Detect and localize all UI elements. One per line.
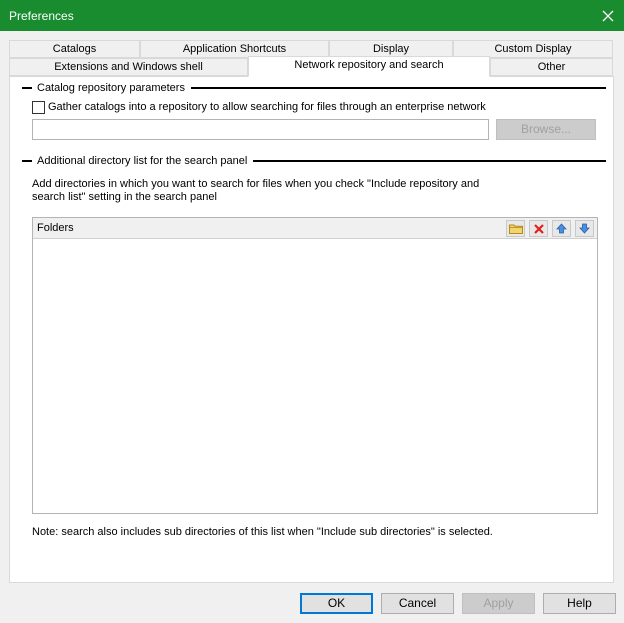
close-icon xyxy=(602,10,614,21)
add-folder-icon xyxy=(508,224,523,234)
move-up-icon xyxy=(556,223,567,234)
folders-list[interactable]: Folders xyxy=(32,217,598,514)
catalog-repo-heading: Catalog repository parameters xyxy=(37,82,185,94)
cancel-button[interactable]: Cancel xyxy=(381,593,454,614)
move-up-button[interactable] xyxy=(552,220,571,237)
delete-folder-button[interactable] xyxy=(529,220,548,237)
move-down-button[interactable] xyxy=(575,220,594,237)
ok-button[interactable]: OK xyxy=(300,593,373,614)
window-title: Preferences xyxy=(9,9,74,23)
help-button[interactable]: Help xyxy=(543,593,616,614)
move-down-icon xyxy=(579,223,590,234)
directories-heading: Additional directory list for the search… xyxy=(37,155,248,167)
tab-other[interactable]: Other xyxy=(490,58,613,76)
sub-directories-note: Note: search also includes sub directori… xyxy=(32,526,493,538)
tab-extensions-windows-shell[interactable]: Extensions and Windows shell xyxy=(9,58,248,76)
add-folder-button[interactable] xyxy=(506,220,525,237)
folders-column-header: Folders xyxy=(37,222,74,234)
directories-group-header: Additional directory list for the search… xyxy=(22,154,606,168)
apply-button[interactable]: Apply xyxy=(462,593,535,614)
repository-path-input[interactable] xyxy=(32,119,489,140)
browse-button[interactable]: Browse... xyxy=(496,119,596,140)
tab-panel: Catalog repository parameters Gather cat… xyxy=(9,76,614,583)
close-button[interactable] xyxy=(592,0,624,31)
gather-catalogs-checkbox[interactable] xyxy=(32,101,45,114)
delete-icon xyxy=(533,223,544,234)
title-bar: Preferences xyxy=(0,0,624,31)
directories-description-line2: search list" setting in the search panel xyxy=(32,191,217,203)
folders-list-header: Folders xyxy=(33,218,597,239)
directories-description-line1: Add directories in which you want to sea… xyxy=(32,178,480,190)
gather-catalogs-label: Gather catalogs into a repository to all… xyxy=(48,101,486,113)
tab-catalogs[interactable]: Catalogs xyxy=(9,40,140,58)
tab-network-repository-search[interactable]: Network repository and search xyxy=(248,56,490,77)
catalog-repo-group-header: Catalog repository parameters xyxy=(22,81,606,95)
